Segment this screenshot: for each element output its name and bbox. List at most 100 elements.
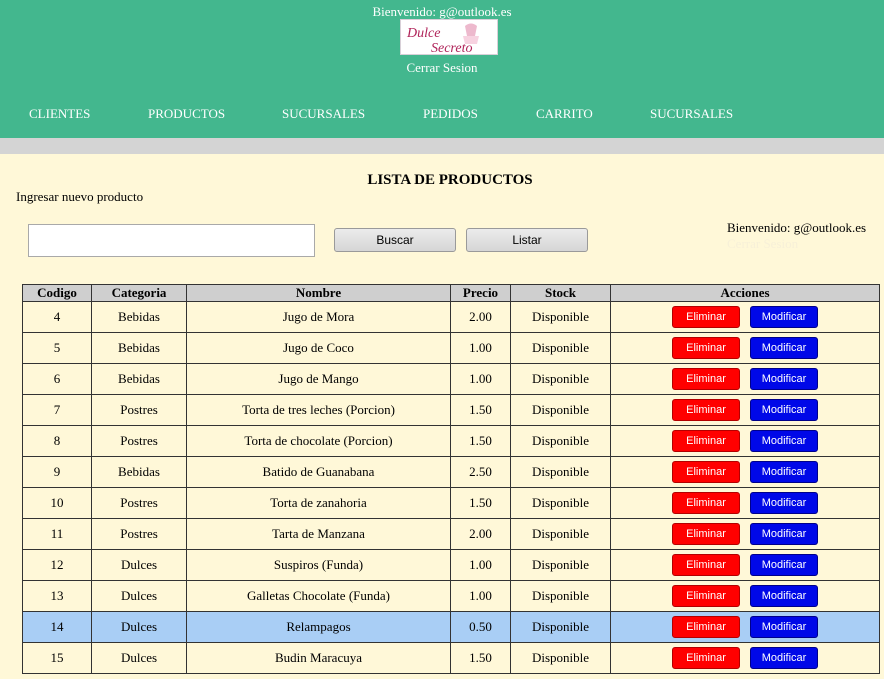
new-product-link[interactable]: Ingresar nuevo producto: [16, 189, 143, 205]
cell-nombre: Batido de Guanabana: [186, 456, 451, 488]
cell-categoria: Postres: [91, 518, 187, 550]
cell-nombre: Jugo de Coco: [186, 332, 451, 364]
cell-codigo: 10: [22, 487, 92, 519]
logout-link[interactable]: Cerrar Sesion: [0, 60, 884, 76]
cell-codigo: 5: [22, 332, 92, 364]
cell-acciones: Eliminar Modificar: [610, 549, 880, 581]
cell-acciones: Eliminar Modificar: [610, 394, 880, 426]
cupcake-icon: [465, 23, 477, 36]
cell-stock: Disponible: [510, 301, 611, 333]
column-header-precio: Precio: [450, 284, 511, 302]
delete-button[interactable]: Eliminar: [672, 616, 740, 638]
products-table: Codigo Categoria Nombre Precio Stock Acc…: [22, 284, 880, 674]
site-header: Bienvenido: g@outlook.es Dulce Secreto C…: [0, 0, 884, 138]
modify-button[interactable]: Modificar: [750, 585, 818, 607]
delete-button[interactable]: Eliminar: [672, 399, 740, 421]
cell-stock: Disponible: [510, 611, 611, 643]
dulce-secreto-logo[interactable]: Dulce Secreto: [400, 19, 498, 55]
cell-stock: Disponible: [510, 456, 611, 488]
column-header-nombre: Nombre: [186, 284, 451, 302]
cell-acciones: Eliminar Modificar: [610, 425, 880, 457]
search-button[interactable]: Buscar: [334, 228, 456, 252]
cell-stock: Disponible: [510, 487, 611, 519]
modify-button[interactable]: Modificar: [750, 399, 818, 421]
cell-precio: 2.50: [450, 456, 511, 488]
table-row: 9 Bebidas Batido de Guanabana 2.50 Disponibl…: [22, 456, 880, 488]
cell-categoria: Bebidas: [91, 301, 187, 333]
table-row: 12 Dulces Suspiros (Funda) 1.00 Disponible El…: [22, 549, 880, 581]
cell-precio: 1.50: [450, 394, 511, 426]
nav-pedidos[interactable]: PEDIDOS: [423, 106, 478, 122]
cell-categoria: Bebidas: [91, 332, 187, 364]
modify-button[interactable]: Modificar: [750, 430, 818, 452]
cell-acciones: Eliminar Modificar: [610, 456, 880, 488]
cell-categoria: Dulces: [91, 549, 187, 581]
cell-stock: Disponible: [510, 394, 611, 426]
delete-button[interactable]: Eliminar: [672, 554, 740, 576]
search-input[interactable]: [28, 224, 315, 257]
delete-button[interactable]: Eliminar: [672, 523, 740, 545]
cell-acciones: Eliminar Modificar: [610, 642, 880, 674]
table-row: 6 Bebidas Jugo de Mango 1.00 Disponible Elimi…: [22, 363, 880, 395]
cell-stock: Disponible: [510, 549, 611, 581]
column-header-acciones: Acciones: [610, 284, 880, 302]
cell-categoria: Postres: [91, 425, 187, 457]
delete-button[interactable]: Eliminar: [672, 461, 740, 483]
cell-precio: 0.50: [450, 611, 511, 643]
cell-precio: 1.00: [450, 332, 511, 364]
modify-button[interactable]: Modificar: [750, 647, 818, 669]
table-row: 14 Dulces Relampagos 0.50 Disponible Eliminar…: [22, 611, 880, 643]
cell-acciones: Eliminar Modificar: [610, 518, 880, 550]
cell-stock: Disponible: [510, 642, 611, 674]
delete-button[interactable]: Eliminar: [672, 306, 740, 328]
cell-categoria: Dulces: [91, 642, 187, 674]
modify-button[interactable]: Modificar: [750, 523, 818, 545]
nav-sucursales[interactable]: SUCURSALES: [282, 106, 365, 122]
nav-sucursales-2[interactable]: SUCURSALES: [650, 106, 733, 122]
delete-button[interactable]: Eliminar: [672, 368, 740, 390]
table-header-row: Codigo Categoria Nombre Precio Stock Acc…: [22, 284, 880, 302]
cell-codigo: 15: [22, 642, 92, 674]
table-row: 11 Postres Tarta de Manzana 2.00 Disponible E…: [22, 518, 880, 550]
delete-button[interactable]: Eliminar: [672, 430, 740, 452]
welcome-message-side: Bienvenido: g@outlook.es: [727, 220, 867, 235]
modify-button[interactable]: Modificar: [750, 461, 818, 483]
modify-button[interactable]: Modificar: [750, 337, 818, 359]
cell-categoria: Bebidas: [91, 363, 187, 395]
modify-button[interactable]: Modificar: [750, 368, 818, 390]
cell-categoria: Dulces: [91, 580, 187, 612]
list-button[interactable]: Listar: [466, 228, 588, 252]
main-nav: CLIENTES PRODUCTOS SUCURSALES PEDIDOS CA…: [0, 106, 884, 124]
cell-stock: Disponible: [510, 425, 611, 457]
cell-codigo: 14: [22, 611, 92, 643]
modify-button[interactable]: Modificar: [750, 554, 818, 576]
cell-acciones: Eliminar Modificar: [610, 332, 880, 364]
logo-image: Dulce Secreto: [401, 20, 497, 54]
cell-codigo: 12: [22, 549, 92, 581]
page-title: LISTA DE PRODUCTOS: [367, 172, 533, 188]
table-row: 5 Bebidas Jugo de Coco 1.00 Disponible Elimin…: [22, 332, 880, 364]
nav-carrito[interactable]: CARRITO: [536, 106, 593, 122]
modify-button[interactable]: Modificar: [750, 306, 818, 328]
delete-button[interactable]: Eliminar: [672, 337, 740, 359]
cell-nombre: Galletas Chocolate (Funda): [186, 580, 451, 612]
nav-productos[interactable]: PRODUCTOS: [148, 106, 225, 122]
cell-nombre: Torta de tres leches (Porcion): [186, 394, 451, 426]
nav-clientes[interactable]: CLIENTES: [29, 106, 90, 122]
cell-codigo: 9: [22, 456, 92, 488]
cell-stock: Disponible: [510, 580, 611, 612]
svg-text:Dulce: Dulce: [406, 26, 440, 41]
cell-acciones: Eliminar Modificar: [610, 301, 880, 333]
cell-nombre: Relampagos: [186, 611, 451, 643]
cell-codigo: 13: [22, 580, 92, 612]
modify-button[interactable]: Modificar: [750, 616, 818, 638]
cell-nombre: Budin Maracuya: [186, 642, 451, 674]
cell-precio: 1.00: [450, 363, 511, 395]
logout-link-side[interactable]: Cerrar Sesion: [727, 236, 798, 252]
delete-button[interactable]: Eliminar: [672, 647, 740, 669]
welcome-message: Bienvenido: g@outlook.es: [372, 4, 512, 19]
modify-button[interactable]: Modificar: [750, 492, 818, 514]
delete-button[interactable]: Eliminar: [672, 492, 740, 514]
delete-button[interactable]: Eliminar: [672, 585, 740, 607]
cell-precio: 1.00: [450, 549, 511, 581]
